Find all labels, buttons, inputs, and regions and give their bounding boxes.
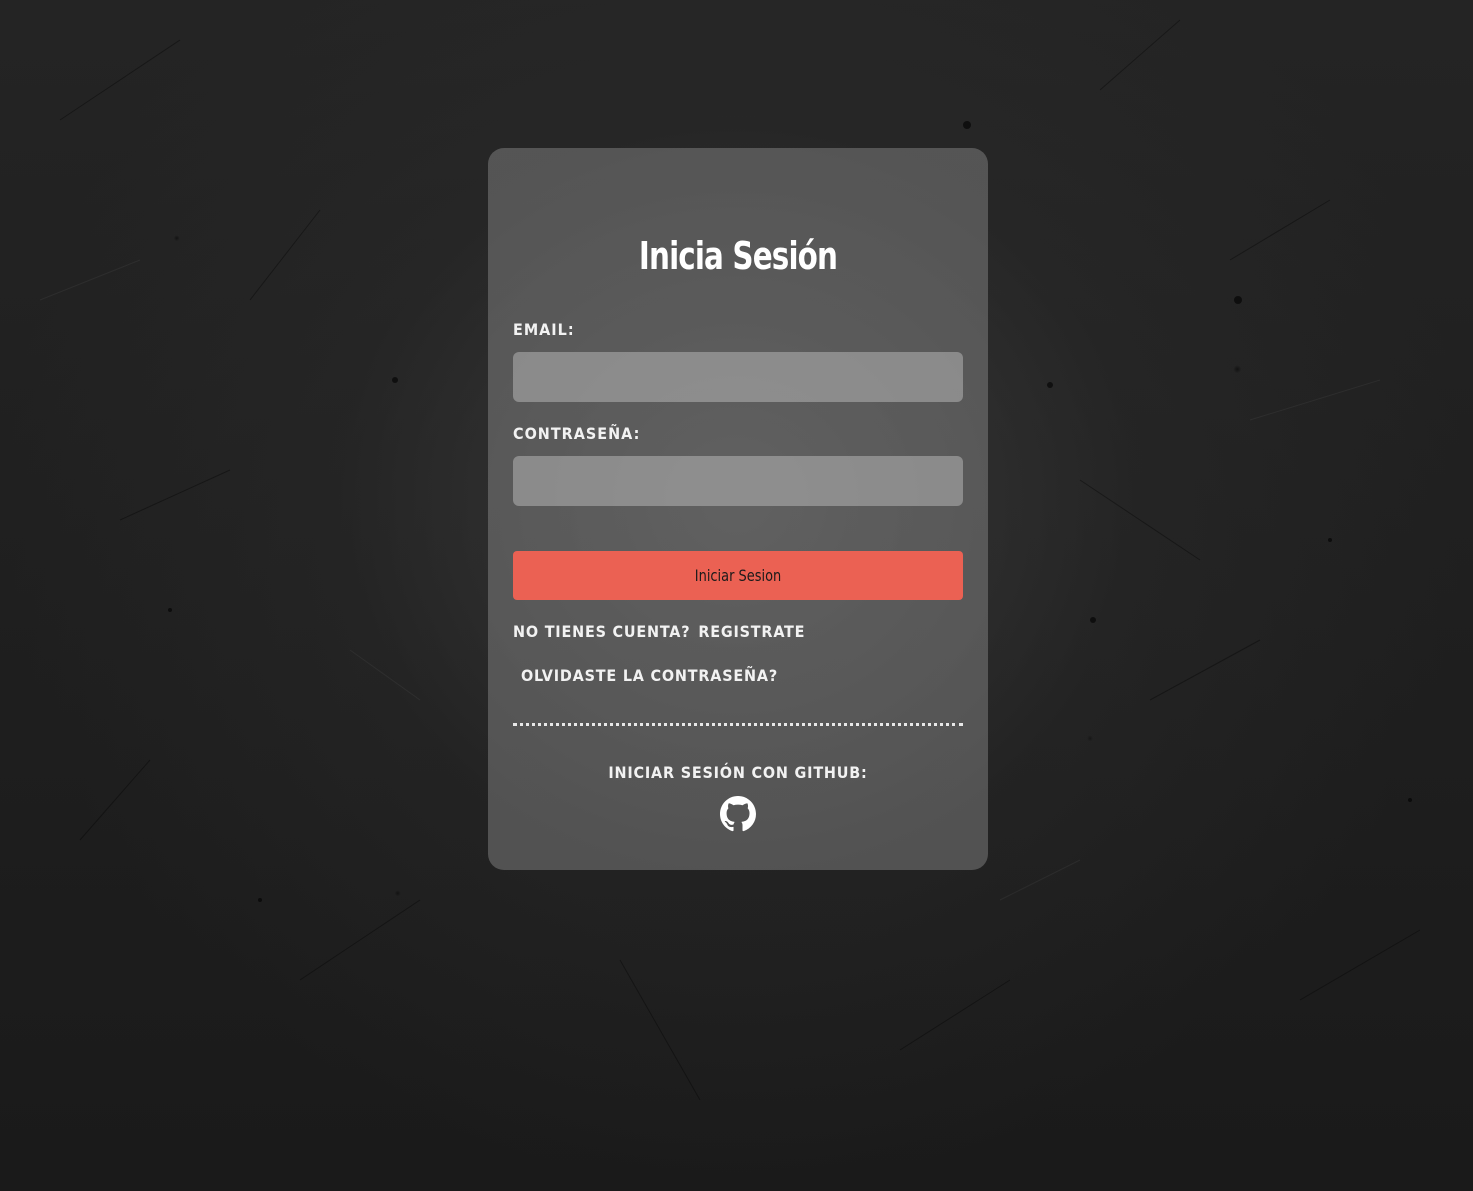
login-card: Inicia Sesión EMAIL: CONTRASEÑA: Iniciar… bbox=[488, 148, 988, 870]
email-label: EMAIL: bbox=[513, 320, 575, 339]
page-title: Inicia Sesión bbox=[638, 234, 838, 278]
forgot-password-link[interactable]: OLVIDASTE LA CONTRASEÑA? bbox=[521, 666, 778, 685]
password-input[interactable] bbox=[513, 456, 963, 506]
register-row: NO TIENES CUENTA? REGISTRATE bbox=[513, 622, 805, 641]
no-account-text: NO TIENES CUENTA? bbox=[513, 622, 691, 641]
email-input[interactable] bbox=[513, 352, 963, 402]
divider bbox=[513, 723, 963, 726]
login-button[interactable]: Iniciar Sesion bbox=[513, 551, 963, 600]
login-button-label: Iniciar Sesion bbox=[694, 566, 782, 585]
github-login-button[interactable] bbox=[720, 796, 756, 832]
register-link[interactable]: REGISTRATE bbox=[698, 622, 805, 641]
github-icon bbox=[720, 796, 756, 832]
password-label: CONTRASEÑA: bbox=[513, 424, 641, 443]
forgot-row: OLVIDASTE LA CONTRASEÑA? bbox=[513, 666, 778, 685]
github-label: INICIAR SESIÓN CON GITHUB: bbox=[608, 763, 868, 782]
